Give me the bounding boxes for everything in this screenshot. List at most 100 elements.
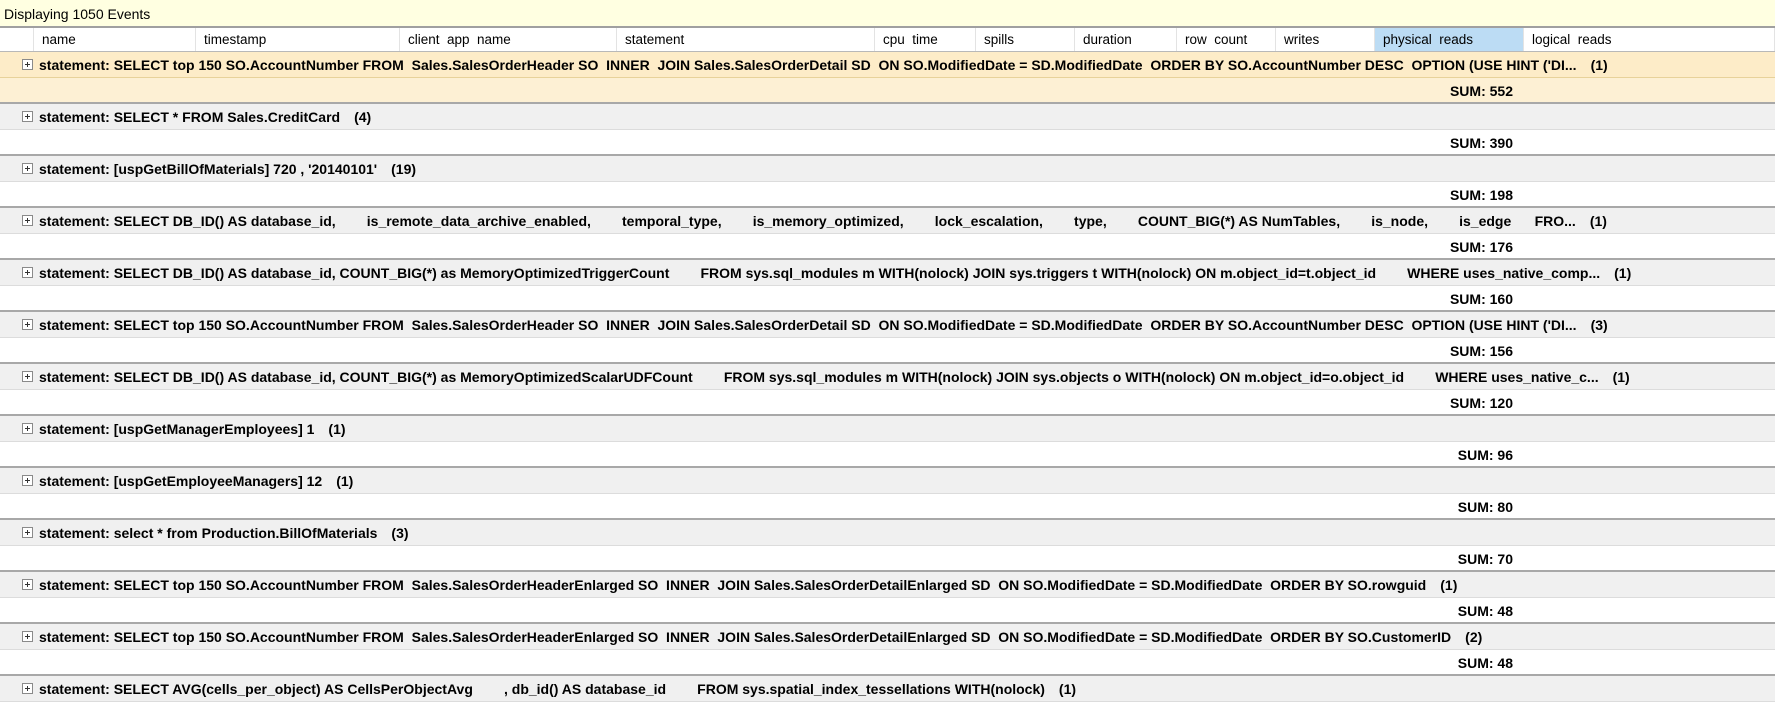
statement-label: statement: [39, 264, 114, 281]
expand-plus-icon[interactable] [22, 631, 33, 642]
column-header-cpu-time[interactable]: cpu time [875, 28, 976, 51]
aggregate-row[interactable]: SUM: 552 [0, 78, 1775, 104]
group-count: (1) [1440, 576, 1458, 593]
column-header-writes[interactable]: writes [1276, 28, 1375, 51]
aggregate-row[interactable]: SUM: 70 [0, 546, 1775, 572]
sum-value: 70 [1497, 551, 1513, 567]
group-count: (19) [391, 160, 417, 177]
column-header-name[interactable]: name [34, 28, 196, 51]
group-statement: statement: SELECT DB_ID() AS database_id… [39, 369, 1599, 385]
expand-plus-icon[interactable] [22, 59, 33, 70]
expand-plus-icon[interactable] [22, 163, 33, 174]
group-count: (1) [328, 420, 346, 437]
sum-value: 390 [1489, 135, 1513, 151]
group-row[interactable]: statement: select * from Production.Bill… [0, 520, 1775, 546]
statement-label: statement: [39, 628, 114, 645]
group-row[interactable]: statement: [uspGetBillOfMaterials] 720 ,… [0, 156, 1775, 182]
expand-plus-icon[interactable] [22, 319, 33, 330]
aggregate-row[interactable]: SUM: 120 [0, 390, 1775, 416]
group-count: (4) [354, 108, 372, 125]
statement-label: statement: [39, 160, 114, 177]
aggregate-row[interactable]: SUM: 176 [0, 234, 1775, 260]
group-count: (2) [1465, 628, 1483, 645]
statement-text: SELECT DB_ID() AS database_id, COUNT_BIG… [113, 368, 1599, 385]
sum-value: 120 [1489, 395, 1513, 411]
group-row[interactable]: statement: [uspGetEmployeeManagers] 12 (1… [0, 468, 1775, 494]
sum-value: 156 [1489, 343, 1513, 359]
statement-text: SELECT DB_ID() AS database_id, COUNT_BIG… [113, 264, 1601, 281]
group-row[interactable]: statement: [uspGetManagerEmployees] 1 (1) [0, 416, 1775, 442]
aggregate-row[interactable]: SUM: 390 [0, 130, 1775, 156]
statement-text: [uspGetManagerEmployees] 1 [113, 420, 315, 437]
sum-physical-reads: SUM: 552 [1450, 78, 1513, 104]
sum-physical-reads: SUM: 160 [1450, 286, 1513, 312]
expand-plus-icon[interactable] [22, 683, 33, 694]
statement-text: SELECT * FROM Sales.CreditCard [113, 108, 341, 125]
sum-physical-reads: SUM: 390 [1450, 130, 1513, 156]
sum-physical-reads: SUM: 80 [1458, 494, 1513, 520]
grouped-events-grid[interactable]: statement: SELECT top 150 SO.AccountNumb… [0, 52, 1775, 702]
statement-label: statement: [39, 56, 114, 73]
sum-label: SUM: [1457, 551, 1498, 567]
column-header-client-app-name[interactable]: client app name [400, 28, 617, 51]
sum-physical-reads: SUM: 156 [1450, 338, 1513, 364]
group-statement: statement: SELECT top 150 SO.AccountNumb… [39, 317, 1577, 333]
sum-label: SUM: [1449, 343, 1490, 359]
column-header-statement[interactable]: statement [617, 28, 875, 51]
group-row[interactable]: statement: SELECT top 150 SO.AccountNumb… [0, 624, 1775, 650]
expand-plus-icon[interactable] [22, 215, 33, 226]
aggregate-row[interactable]: SUM: 156 [0, 338, 1775, 364]
statement-text: SELECT top 150 SO.AccountNumber FROM Sal… [113, 576, 1427, 593]
group-statement: statement: select * from Production.Bill… [39, 525, 377, 541]
sum-label: SUM: [1449, 239, 1490, 255]
group-row[interactable]: statement: SELECT top 150 SO.AccountNumb… [0, 572, 1775, 598]
expand-plus-icon[interactable] [22, 475, 33, 486]
group-row[interactable]: statement: SELECT DB_ID() AS database_id… [0, 208, 1775, 234]
aggregate-row[interactable]: SUM: 160 [0, 286, 1775, 312]
group-count: (3) [1590, 316, 1608, 333]
sum-label: SUM: [1449, 187, 1490, 203]
expand-plus-icon[interactable] [22, 111, 33, 122]
group-statement: statement: SELECT DB_ID() AS database_id… [39, 213, 1576, 229]
aggregate-row[interactable]: SUM: 48 [0, 650, 1775, 676]
column-header-physical-reads[interactable]: physical reads [1375, 28, 1524, 51]
expand-plus-icon[interactable] [22, 579, 33, 590]
statement-text: SELECT top 150 SO.AccountNumber FROM Sal… [113, 628, 1452, 645]
column-header-spills[interactable]: spills [976, 28, 1075, 51]
group-statement: statement: SELECT DB_ID() AS database_id… [39, 265, 1600, 281]
aggregate-row[interactable]: SUM: 48 [0, 598, 1775, 624]
sum-label: SUM: [1449, 291, 1490, 307]
expand-plus-icon[interactable] [22, 423, 33, 434]
sum-value: 552 [1489, 83, 1513, 99]
column-header-logical-reads[interactable]: logical reads [1524, 28, 1775, 51]
aggregate-row[interactable]: SUM: 80 [0, 494, 1775, 520]
aggregate-row[interactable]: SUM: 96 [0, 442, 1775, 468]
group-statement: statement: SELECT top 150 SO.AccountNumb… [39, 629, 1451, 645]
group-row[interactable]: statement: SELECT top 150 SO.AccountNumb… [0, 52, 1775, 78]
event-count-status: Displaying 1050 Events [0, 0, 1775, 28]
sum-value: 160 [1489, 291, 1513, 307]
statement-label: statement: [39, 680, 114, 697]
group-count: (1) [336, 472, 354, 489]
expand-plus-icon[interactable] [22, 267, 33, 278]
row-selector-header [0, 28, 34, 51]
column-header-duration[interactable]: duration [1075, 28, 1177, 51]
group-row[interactable]: statement: SELECT AVG(cells_per_object) … [0, 676, 1775, 702]
group-row[interactable]: statement: SELECT top 150 SO.AccountNumb… [0, 312, 1775, 338]
group-row[interactable]: statement: SELECT DB_ID() AS database_id… [0, 260, 1775, 286]
sum-label: SUM: [1457, 447, 1498, 463]
sum-physical-reads: SUM: 120 [1450, 390, 1513, 416]
column-header-row: name timestamp client app name statement cpu… [0, 28, 1775, 52]
column-header-timestamp[interactable]: timestamp [196, 28, 400, 51]
group-row[interactable]: statement: SELECT DB_ID() AS database_id… [0, 364, 1775, 390]
sum-label: SUM: [1457, 655, 1498, 671]
column-header-row-count[interactable]: row count [1177, 28, 1276, 51]
expand-plus-icon[interactable] [22, 371, 33, 382]
expand-plus-icon[interactable] [22, 527, 33, 538]
group-statement: statement: SELECT top 150 SO.AccountNumb… [39, 577, 1426, 593]
sum-value: 48 [1497, 603, 1513, 619]
aggregate-row[interactable]: SUM: 198 [0, 182, 1775, 208]
group-row[interactable]: statement: SELECT * FROM Sales.CreditCar… [0, 104, 1775, 130]
group-statement: statement: SELECT AVG(cells_per_object) … [39, 681, 1045, 697]
sum-value: 48 [1497, 655, 1513, 671]
